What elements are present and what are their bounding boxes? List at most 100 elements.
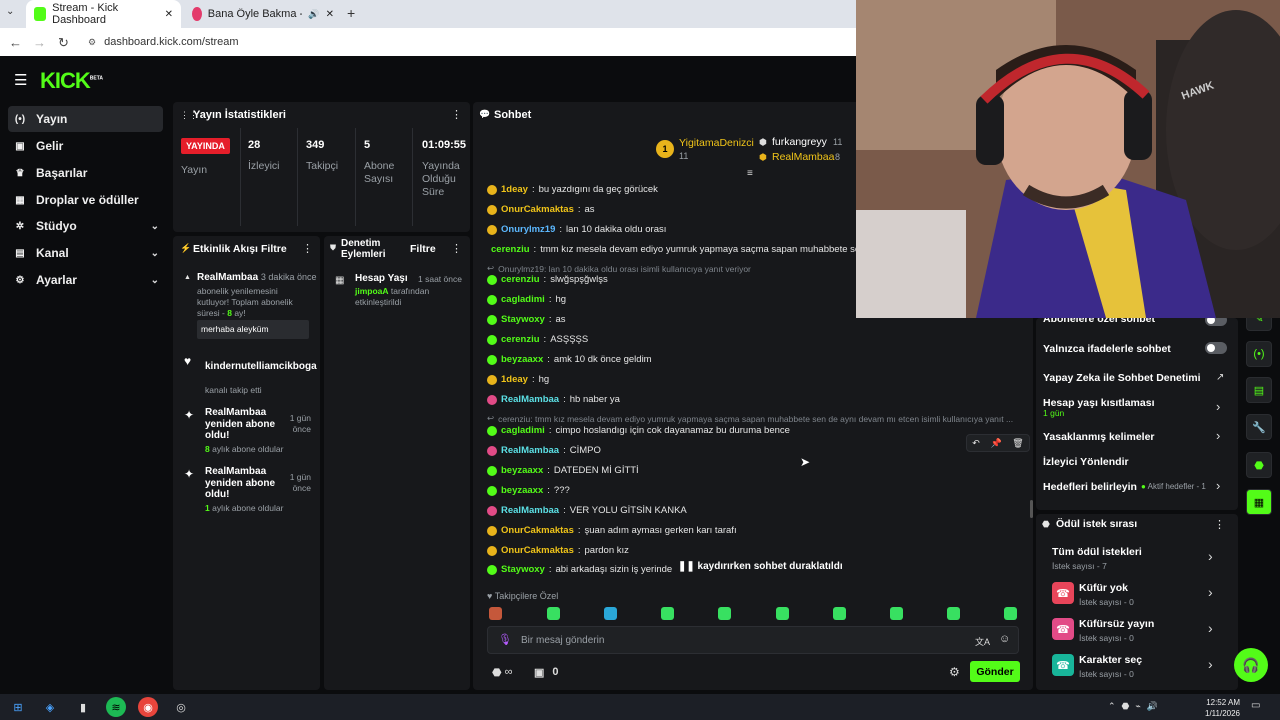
url-field[interactable]: ⚙ dashboard.kick.com/stream xyxy=(88,34,239,50)
drops-counter[interactable]: ▣ 0 xyxy=(534,666,559,679)
forward-icon[interactable]: → xyxy=(33,35,46,50)
tab-kick-dashboard[interactable]: Stream - Kick Dashboard ✕ xyxy=(26,0,181,28)
pinned-user[interactable]: RealMambaa xyxy=(772,151,834,163)
chat-settings-icon[interactable]: ⚙ xyxy=(949,665,960,679)
support-icon[interactable]: 🎧 xyxy=(1234,648,1268,682)
sidebar-item-ayarlar[interactable]: ⚙ Ayarlar ⌄ xyxy=(8,267,163,293)
send-button[interactable]: Gönder xyxy=(970,661,1020,682)
chat-message[interactable]: cagladimi: hg xyxy=(487,294,566,305)
sidebar-item-gelir[interactable]: ▣ Gelir xyxy=(8,133,163,159)
chevron-right-icon[interactable]: › xyxy=(1208,656,1213,672)
translate-icon[interactable]: 文A xyxy=(975,635,990,648)
chat-username[interactable]: RealMambaa xyxy=(501,394,559,405)
emote-icon[interactable] xyxy=(489,607,502,620)
stats-more-icon[interactable]: ⋮ xyxy=(451,108,462,121)
reply-icon[interactable]: ↶ xyxy=(972,438,980,449)
emote-icon[interactable] xyxy=(718,607,731,620)
spotify-icon[interactable]: ≋ xyxy=(106,697,126,717)
emote-icon[interactable] xyxy=(833,607,846,620)
rewards-more-icon[interactable]: ⋮ xyxy=(1214,518,1225,531)
reward-title[interactable]: Küfürsüz yayın xyxy=(1079,618,1154,630)
reload-icon[interactable]: ↻ xyxy=(58,35,69,51)
rail-broadcast-icon[interactable]: (•) xyxy=(1246,341,1272,367)
chat-message[interactable]: OnurCakmaktas: şuan adım ayması gerken ka… xyxy=(487,525,737,536)
chat-message[interactable]: cagladimi: cimpo hoslandıgı için cok daya… xyxy=(487,425,790,436)
chevron-right-icon[interactable]: › xyxy=(1216,399,1220,414)
chat-username[interactable]: cerenziu xyxy=(501,334,540,345)
chat-username[interactable]: Staywoxy xyxy=(501,564,545,575)
emote-icon[interactable] xyxy=(890,607,903,620)
chat-username[interactable]: beyzaaxx xyxy=(501,485,543,496)
chat-message[interactable]: RealMambaa: VER YOLU GİTSİN KANKA xyxy=(487,505,687,516)
chevron-right-icon[interactable]: › xyxy=(1216,428,1220,443)
pinned-user[interactable]: furkangreyy xyxy=(772,136,827,148)
sidebar-item-droplar[interactable]: ▦ Droplar ve ödüller xyxy=(8,187,163,213)
chat-username[interactable]: cagladimi xyxy=(501,425,545,436)
chat-username[interactable]: cerenziu xyxy=(491,244,530,255)
rail-wrench-icon[interactable]: 🔧 xyxy=(1246,414,1272,440)
pinned-user[interactable]: YigitamaDenizci xyxy=(679,137,754,149)
chat-message[interactable]: cerenziu: ASŞŞŞS xyxy=(487,334,588,345)
reward-all-title[interactable]: Tüm ödül istekleri xyxy=(1052,546,1142,558)
start-icon[interactable]: ⊞ xyxy=(8,697,28,717)
kick-logo[interactable]: KICKBETA xyxy=(40,68,103,94)
mod-filter-button[interactable]: Filtre xyxy=(410,243,436,255)
emote-icon[interactable] xyxy=(604,607,617,620)
emote-icon[interactable] xyxy=(1004,607,1017,620)
audio-playing-icon[interactable]: 🔊 xyxy=(308,9,319,20)
chat-message[interactable]: 1deay: bu yazdıgını da geç görücek xyxy=(487,184,658,195)
emote-only-toggle[interactable] xyxy=(1205,342,1227,354)
notifications-icon[interactable]: ▭ xyxy=(1251,700,1260,711)
emote-icon[interactable] xyxy=(947,607,960,620)
taskbar-app-icon[interactable]: ◈ xyxy=(40,697,60,717)
reward-title[interactable]: Karakter seç xyxy=(1079,654,1142,666)
clock[interactable]: 12:52 AM 1/11/2026 xyxy=(1202,697,1240,719)
chat-message[interactable]: RealMambaa: CİMPO xyxy=(487,445,601,456)
sidebar-item-basarilar[interactable]: ♛ Başarılar xyxy=(8,160,163,186)
system-tray[interactable]: ⌃⬣⌁🔊 xyxy=(1108,701,1164,712)
emoji-icon[interactable]: ☺ xyxy=(999,633,1010,645)
chat-message[interactable]: OnurCakmaktas: pardon kız xyxy=(487,545,629,556)
back-icon[interactable]: ← xyxy=(9,35,22,50)
activity-filter-button[interactable]: Filtre xyxy=(261,243,287,255)
external-link-icon[interactable]: ↗ xyxy=(1216,372,1224,383)
sidebar-item-yayin[interactable]: (•) Yayın xyxy=(8,106,163,132)
chat-message[interactable]: Staywoxy: abi arkadaşı sizin iş yerinden … xyxy=(487,564,683,575)
reward-title[interactable]: Küfür yok xyxy=(1079,582,1128,594)
new-tab-button[interactable]: + xyxy=(347,5,355,21)
chat-message[interactable]: Onurylmz19: lan 10 dakika oldu orası xyxy=(487,224,666,235)
chat-username[interactable]: OnurCakmaktas xyxy=(501,525,574,536)
chevron-right-icon[interactable]: › xyxy=(1216,478,1220,493)
tab-youtube[interactable]: Bana Öyle Bakma - YouTub 🔊 ✕ xyxy=(184,0,342,28)
rail-points-icon[interactable]: ⬣ xyxy=(1246,452,1272,478)
chat-message[interactable]: OnurCakmaktas: as xyxy=(487,204,595,215)
chat-message[interactable]: cerenziu: slwğspşğwlşs xyxy=(487,274,608,285)
chat-username[interactable]: 1deay xyxy=(501,184,528,195)
close-tab-icon[interactable]: ✕ xyxy=(326,9,334,20)
setting-goals[interactable]: Hedefleri belirleyin xyxy=(1043,481,1137,493)
sidebar-item-kanal[interactable]: ▤ Kanal ⌄ xyxy=(8,240,163,266)
chat-username[interactable]: beyzaaxx xyxy=(501,465,543,476)
tab-search-icon[interactable]: ⌄ xyxy=(6,6,14,17)
chevron-right-icon[interactable]: › xyxy=(1208,584,1213,600)
chat-username[interactable]: cerenziu xyxy=(501,274,540,285)
chat-message[interactable]: RealMambaa: hb naber ya xyxy=(487,394,620,405)
channel-points[interactable]: ⬣ ∞ xyxy=(492,666,512,679)
chat-username[interactable]: 1deay xyxy=(501,374,528,385)
close-tab-icon[interactable]: ✕ xyxy=(165,9,173,20)
setting-viewer-redirect[interactable]: İzleyici Yönlendir xyxy=(1043,456,1129,468)
menu-icon[interactable]: ☰ xyxy=(14,71,27,89)
chat-message[interactable]: cerenziu: tmm kız mesela devam ediyo yumr… xyxy=(487,244,857,255)
chat-username[interactable]: cagladimi xyxy=(501,294,545,305)
emote-icon[interactable] xyxy=(661,607,674,620)
chat-message[interactable]: Staywoxy: as xyxy=(487,314,566,325)
sidebar-item-studyo[interactable]: ✲ Stüdyo ⌄ xyxy=(8,213,163,239)
chevron-right-icon[interactable]: › xyxy=(1208,548,1213,564)
chat-scrollbar[interactable] xyxy=(1030,500,1033,518)
chevron-right-icon[interactable]: › xyxy=(1208,620,1213,636)
chat-message[interactable]: beyzaaxx: amk 10 dk önce geldim xyxy=(487,354,652,365)
chat-username[interactable]: RealMambaa xyxy=(501,505,559,516)
rail-clapper-icon[interactable]: ▦ xyxy=(1246,489,1272,515)
taskbar-app-icon[interactable]: ▮ xyxy=(73,697,93,717)
pin-icon[interactable]: 📌 xyxy=(990,438,1001,449)
